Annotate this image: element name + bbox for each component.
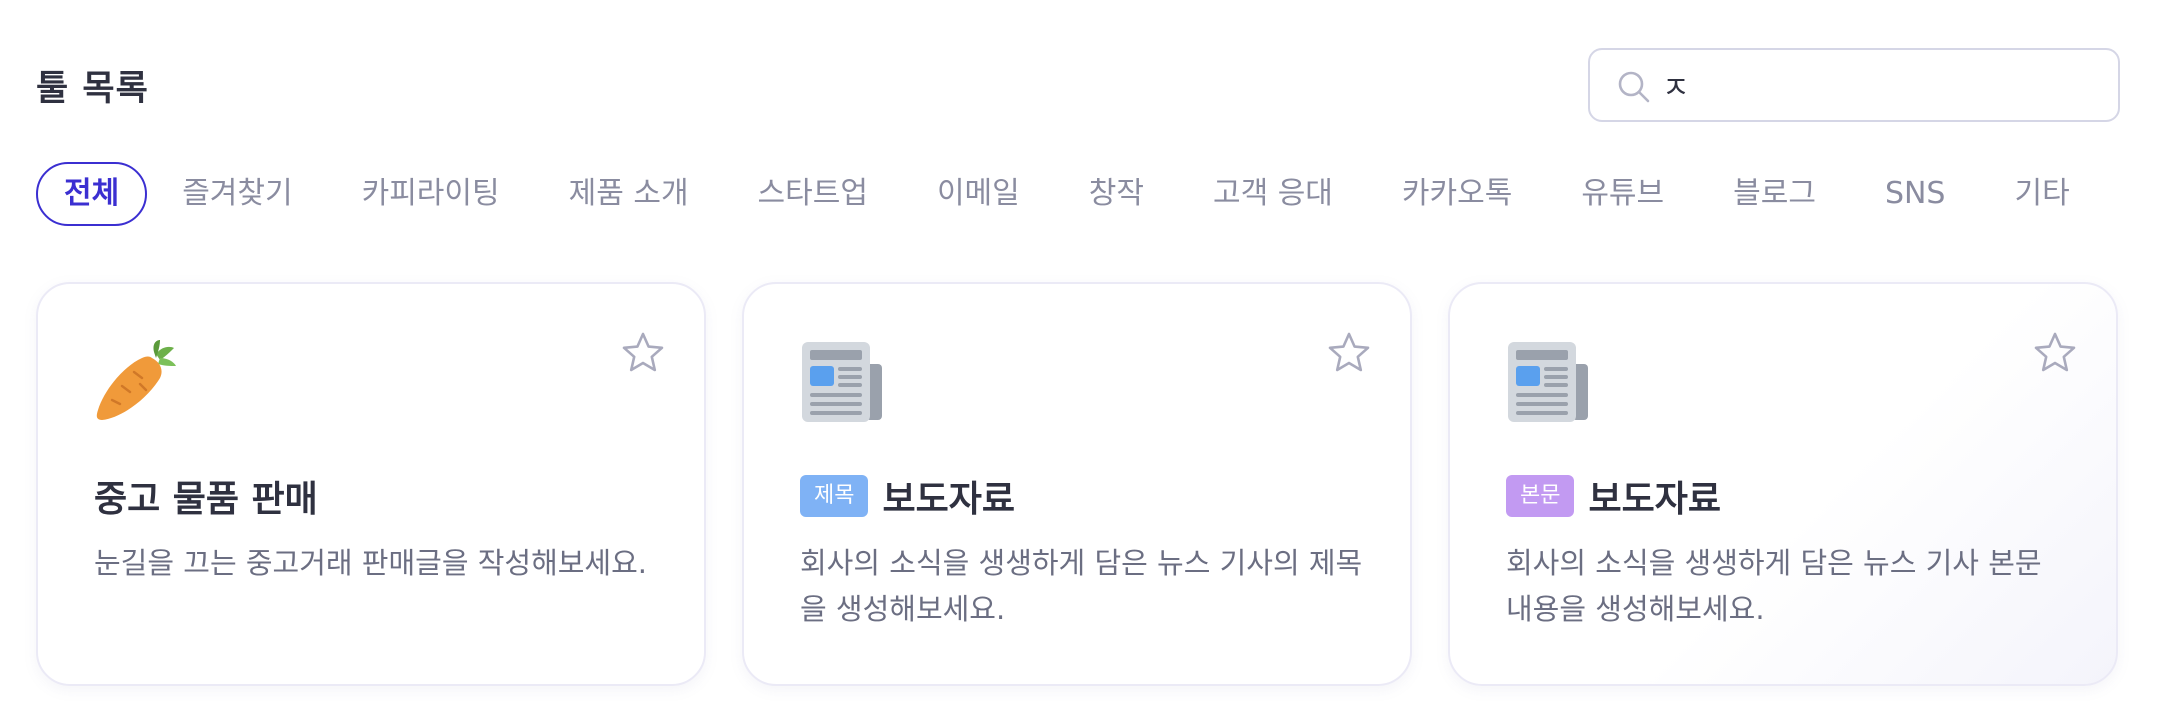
tab-startup[interactable]: 스타트업 xyxy=(724,162,902,226)
tab-favorites[interactable]: 즐겨찾기 xyxy=(148,162,326,226)
tab-copywriting[interactable]: 카피라이팅 xyxy=(328,162,534,226)
card-title: 본문 보도자료 xyxy=(1506,470,2076,522)
card-title: 중고 물품 판매 xyxy=(94,470,664,522)
newspaper-icon xyxy=(802,342,882,422)
badge-title: 제목 xyxy=(800,475,869,517)
star-icon[interactable] xyxy=(2032,330,2078,376)
search-input[interactable] xyxy=(1662,54,2102,116)
tab-product-intro[interactable]: 제품 소개 xyxy=(535,162,723,226)
tool-card-used-goods[interactable]: 중고 물품 판매 눈길을 끄는 중고거래 판매글을 작성해보세요. xyxy=(36,282,706,686)
card-title-text: 보도자료 xyxy=(1588,479,1721,520)
header: 툴 목록 xyxy=(36,48,2120,122)
search-icon xyxy=(1618,71,1650,103)
tab-etc[interactable]: 기타 xyxy=(1980,162,2103,226)
tab-sns[interactable]: SNS xyxy=(1851,162,1980,226)
card-title-text: 중고 물품 판매 xyxy=(94,479,318,520)
tab-kakaotalk[interactable]: 카카오톡 xyxy=(1368,162,1546,226)
badge-body: 본문 xyxy=(1506,475,1575,517)
tool-cards: 중고 물품 판매 눈길을 끄는 중고거래 판매글을 작성해보세요. 제목 보도자… xyxy=(36,282,2120,686)
card-description: 회사의 소식을 생생하게 담은 뉴스 기사 본문 내용을 생성해보세요. xyxy=(1506,546,2042,626)
tab-all[interactable]: 전체 xyxy=(36,162,148,226)
tab-email[interactable]: 이메일 xyxy=(903,162,1054,226)
star-icon[interactable] xyxy=(1326,330,1372,376)
star-icon[interactable] xyxy=(620,330,666,376)
tool-card-press-release-body[interactable]: 본문 보도자료 회사의 소식을 생생하게 담은 뉴스 기사 본문 내용을 생성해… xyxy=(1448,282,2118,686)
card-title: 제목 보도자료 xyxy=(800,470,1370,522)
newspaper-icon xyxy=(1508,342,1588,422)
card-description: 회사의 소식을 생생하게 담은 뉴스 기사의 제목을 생성해보세요. xyxy=(800,546,1363,626)
category-tabs: 전체 즐겨찾기 카피라이팅 제품 소개 스타트업 이메일 창작 고객 응대 카카… xyxy=(36,162,2105,226)
card-description: 눈길을 끄는 중고거래 판매글을 작성해보세요. xyxy=(94,546,648,580)
tab-youtube[interactable]: 유튜브 xyxy=(1547,162,1698,226)
page-title: 툴 목록 xyxy=(36,69,149,109)
tab-customer-service[interactable]: 고객 응대 xyxy=(1179,162,1367,226)
tool-list-page: 툴 목록 전체 즐겨찾기 카피라이팅 제품 소개 스타트업 이메일 창작 고객 … xyxy=(0,0,2160,708)
tab-creative[interactable]: 창작 xyxy=(1055,162,1178,226)
card-title-text: 보도자료 xyxy=(882,479,1015,520)
tab-blog[interactable]: 블로그 xyxy=(1699,162,1850,226)
search-box[interactable] xyxy=(1588,48,2120,122)
tool-card-press-release-title[interactable]: 제목 보도자료 회사의 소식을 생생하게 담은 뉴스 기사의 제목을 생성해보세… xyxy=(742,282,1412,686)
carrot-icon xyxy=(96,340,176,420)
